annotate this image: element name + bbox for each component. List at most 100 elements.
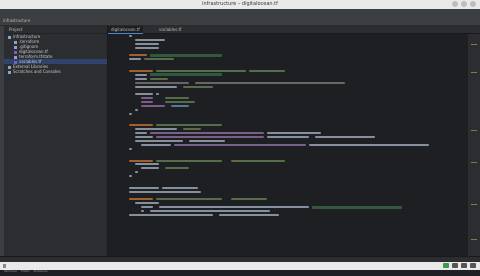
code-line[interactable] bbox=[123, 213, 468, 217]
code-token bbox=[129, 175, 132, 178]
code-token bbox=[219, 213, 279, 216]
code-token bbox=[231, 198, 267, 201]
code-token bbox=[135, 140, 183, 143]
code-token bbox=[231, 159, 285, 162]
code-token bbox=[156, 136, 264, 139]
code-editor[interactable] bbox=[123, 34, 468, 256]
code-token bbox=[135, 128, 177, 131]
code-token bbox=[141, 210, 144, 213]
line-number bbox=[108, 213, 122, 217]
scroll-marker[interactable] bbox=[471, 44, 477, 45]
editor-tabs: digitalocean.tf variables.tf bbox=[108, 26, 480, 34]
code-token bbox=[135, 73, 147, 76]
code-token bbox=[135, 93, 153, 96]
scroll-marker[interactable] bbox=[471, 72, 477, 73]
code-token bbox=[165, 167, 189, 170]
editor-scrollbar[interactable] bbox=[468, 34, 480, 256]
tree-item-label: Scratches and Consoles bbox=[13, 69, 61, 74]
code-token bbox=[267, 136, 309, 139]
window-title: infrastructure – digitalocean.tf bbox=[202, 1, 278, 7]
code-token bbox=[135, 171, 138, 174]
code-token bbox=[156, 124, 222, 127]
folder-icon bbox=[8, 70, 11, 74]
breadcrumb[interactable]: infrastructure bbox=[3, 18, 30, 23]
code-token bbox=[189, 140, 225, 143]
code-token bbox=[129, 58, 141, 61]
code-token bbox=[129, 186, 159, 189]
code-token bbox=[135, 163, 159, 166]
code-token bbox=[135, 136, 153, 139]
code-token bbox=[141, 167, 159, 170]
code-token bbox=[162, 186, 198, 189]
code-token bbox=[195, 81, 345, 84]
status-bar bbox=[0, 262, 480, 270]
code-token bbox=[183, 128, 201, 131]
line-gutter bbox=[108, 34, 122, 256]
project-panel-title[interactable]: Project bbox=[4, 26, 107, 34]
scroll-marker[interactable] bbox=[471, 204, 477, 205]
maximize-button[interactable] bbox=[461, 1, 467, 7]
code-token bbox=[165, 97, 189, 100]
code-token bbox=[129, 213, 213, 216]
code-token bbox=[309, 143, 429, 146]
code-token bbox=[129, 54, 147, 57]
menu-bar: FileEditViewNavigateCodeRefactorBuildRun… bbox=[0, 9, 480, 25]
scroll-marker[interactable] bbox=[471, 130, 477, 131]
editor-tab[interactable]: variables.tf bbox=[156, 26, 184, 33]
tray-icon[interactable] bbox=[470, 263, 476, 268]
code-token bbox=[174, 143, 306, 146]
code-token bbox=[150, 132, 264, 135]
code-token bbox=[156, 93, 159, 96]
tray-icon[interactable] bbox=[452, 263, 458, 268]
system-tray bbox=[443, 263, 476, 268]
code-token bbox=[141, 206, 153, 209]
code-token bbox=[129, 35, 132, 37]
code-token bbox=[129, 190, 201, 193]
close-button[interactable] bbox=[470, 1, 476, 7]
code-token bbox=[141, 105, 165, 108]
code-token bbox=[156, 70, 246, 73]
code-token bbox=[141, 97, 153, 100]
status-icon bbox=[3, 264, 6, 268]
scroll-marker[interactable] bbox=[471, 239, 477, 240]
tree-item[interactable]: Scratches and Consoles bbox=[4, 69, 107, 74]
tray-icon[interactable] bbox=[443, 263, 449, 268]
code-token bbox=[129, 198, 153, 201]
code-token bbox=[144, 58, 174, 61]
code-token bbox=[129, 112, 132, 115]
code-token bbox=[135, 202, 159, 205]
editor-tab[interactable]: digitalocean.tf bbox=[108, 26, 143, 34]
code-token bbox=[135, 132, 147, 135]
code-token bbox=[141, 101, 153, 104]
code-token bbox=[165, 101, 195, 104]
code-token bbox=[135, 38, 165, 41]
code-token bbox=[267, 132, 321, 135]
code-token bbox=[249, 70, 285, 73]
code-token bbox=[150, 77, 168, 80]
code-token bbox=[159, 206, 309, 209]
code-token bbox=[129, 159, 153, 162]
code-token bbox=[135, 42, 159, 45]
window-controls bbox=[452, 1, 476, 7]
project-panel: Project infrastructure .terraform .gitigno… bbox=[4, 26, 108, 262]
scroll-marker[interactable] bbox=[471, 162, 477, 163]
navigation-bar: infrastructure bbox=[0, 17, 480, 26]
code-token bbox=[315, 136, 375, 139]
code-token bbox=[129, 124, 153, 127]
code-token bbox=[135, 81, 189, 84]
project-tree: infrastructure .terraform .gitignore digita… bbox=[4, 34, 107, 74]
code-token bbox=[156, 159, 222, 162]
code-token bbox=[183, 85, 213, 88]
minimize-button[interactable] bbox=[452, 1, 458, 7]
code-token bbox=[141, 143, 171, 146]
code-token bbox=[171, 105, 189, 108]
code-token bbox=[135, 108, 138, 111]
tray-icon[interactable] bbox=[461, 263, 467, 268]
code-token bbox=[135, 77, 147, 80]
code-token bbox=[150, 210, 270, 213]
code-token bbox=[129, 147, 132, 150]
code-token bbox=[135, 85, 177, 88]
code-token bbox=[156, 198, 222, 201]
code-token bbox=[135, 46, 159, 49]
code-token bbox=[129, 70, 153, 73]
